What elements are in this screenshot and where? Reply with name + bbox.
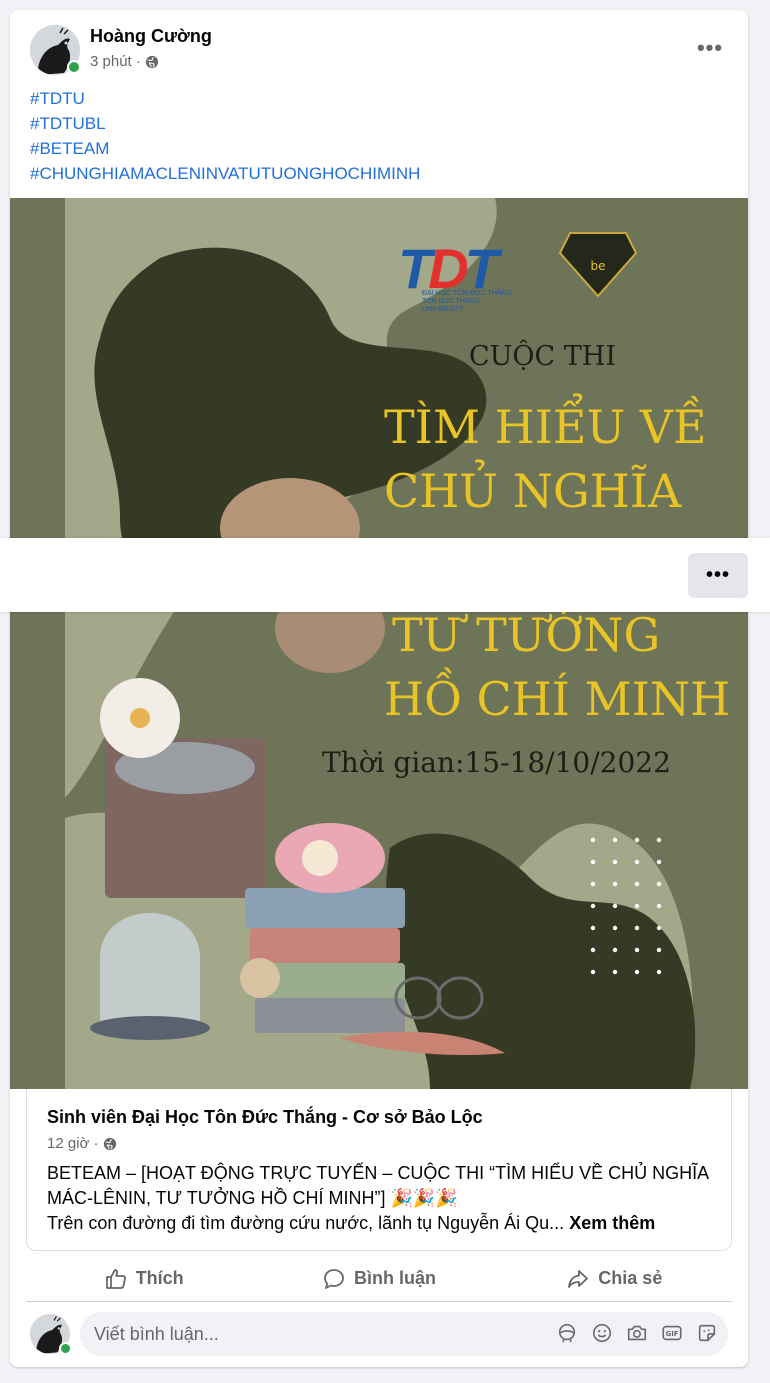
post-card: Hoàng Cường 3 phút · ••• #TDTU #TDTUBL #… [10,10,748,1367]
poster-title-line-3: TƯ TƯỞNG [392,608,661,662]
gif-icon: GIF [662,1325,682,1341]
online-status-dot [67,60,81,74]
shared-page-name[interactable]: Sinh viên Đại Học Tôn Đức Thắng - Cơ sở … [47,1107,483,1128]
post-header: Hoàng Cường 3 phút · ••• [10,10,748,88]
emoji-button[interactable] [591,1322,613,1344]
speech-bubble-icon [324,1268,344,1289]
post-meta: 3 phút · [90,53,159,70]
contest-label: CUỘC THI [469,341,617,372]
comment-label: Bình luận [353,1268,436,1288]
share-arrow-icon [568,1269,589,1288]
sticker-icon [698,1324,716,1342]
camera-icon [627,1325,647,1341]
shared-time[interactable]: 12 giờ · [47,1135,99,1152]
comment-button[interactable]: Bình luận [261,1256,496,1301]
header-more-button[interactable]: ••• [688,553,748,598]
shared-text-line-2: Trên con đường đi tìm đường cứu nước, lã… [47,1211,717,1236]
post-image[interactable]: be TDT ĐẠI HỌC TÔN ĐỨC THẮNG TON DUC THA… [10,198,748,1089]
hashtag-link[interactable]: #BETEAM [30,136,420,161]
sticky-header-bar: ••• [0,538,770,612]
share-label: Chia sẻ [598,1268,663,1288]
post-options-button[interactable]: ••• [690,30,730,66]
post-time[interactable]: 3 phút · [90,53,141,70]
hashtag-link[interactable]: #TDTUBL [30,111,420,136]
commenter-avatar[interactable] [30,1314,72,1355]
gif-button[interactable]: GIF [661,1322,683,1344]
camera-button[interactable] [626,1322,648,1344]
partner-logo-text: be [591,259,606,273]
avatar-sticker-icon [558,1323,576,1343]
see-more-link[interactable]: Xem thêm [569,1213,655,1233]
hashtag-list: #TDTU #TDTUBL #BETEAM #CHUNGHIAMACLENINV… [30,86,420,186]
shared-text: BETEAM – [HOẠT ĐỘNG TRỰC TUYẾN – CUỘC TH… [47,1161,717,1236]
author-name[interactable]: Hoàng Cường [90,26,212,47]
hashtag-link[interactable]: #CHUNGHIAMACLENINVATUTUONGHOCHIMINH [30,161,420,186]
shared-meta: 12 giờ · [47,1135,117,1152]
emoji-icon [592,1323,612,1343]
comment-tools: GIF [556,1322,718,1344]
like-label: Thích [135,1268,184,1288]
like-button[interactable]: Thích [26,1256,261,1301]
online-status-dot [59,1342,72,1355]
shared-text-excerpt: Trên con đường đi tìm đường cứu nước, lã… [47,1213,570,1233]
poster-title-line-2: CHỦ NGHĨA [384,464,682,518]
poster-title-line-4: HỒ CHÍ MINH [384,672,731,726]
post-actions: Thích Bình luận Chia sẻ [26,1256,732,1302]
poster-title-line-1: TÌM HIỂU VỀ [384,400,707,454]
share-button[interactable]: Chia sẻ [497,1256,732,1301]
svg-text:GIF: GIF [666,1330,679,1338]
author-avatar[interactable] [30,25,81,75]
tdt-logo-subtext: ĐẠI HỌC TÔN ĐỨC THẮNG TON DUC THANG UNIV… [422,290,513,313]
shared-text-line-1: BETEAM – [HOẠT ĐỘNG TRỰC TUYẾN – CUỘC TH… [47,1163,709,1208]
poster-time: Thời gian:15-18/10/2022 [322,746,671,779]
globe-icon[interactable] [145,55,159,69]
avatar-sticker-button[interactable] [556,1322,578,1344]
thumbs-up-icon [105,1268,126,1289]
shared-post[interactable]: Sinh viên Đại Học Tôn Đức Thắng - Cơ sở … [26,1089,732,1251]
sticker-button[interactable] [696,1322,718,1344]
hashtag-link[interactable]: #TDTU [30,86,420,111]
globe-icon[interactable] [103,1137,117,1151]
comment-composer: GIF [30,1312,730,1358]
